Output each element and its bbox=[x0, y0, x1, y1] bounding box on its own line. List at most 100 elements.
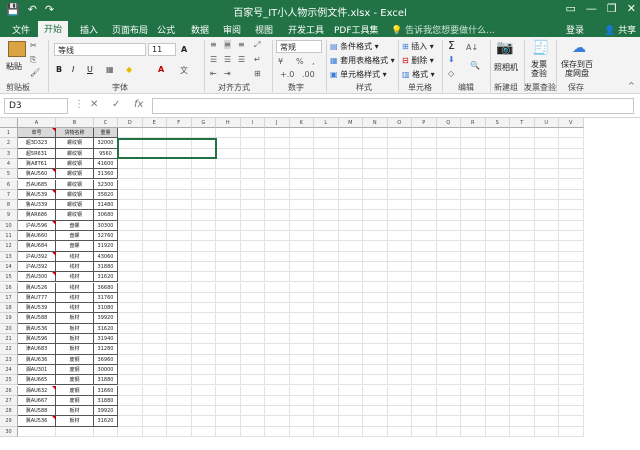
cell[interactable] bbox=[240, 292, 265, 304]
cell[interactable] bbox=[559, 200, 584, 211]
cell[interactable] bbox=[412, 385, 437, 396]
cell[interactable] bbox=[142, 426, 167, 437]
cell[interactable] bbox=[485, 138, 510, 149]
table-cell[interactable]: 36680 bbox=[94, 282, 118, 293]
row-header[interactable]: 23 bbox=[0, 354, 18, 365]
cell[interactable] bbox=[314, 395, 339, 407]
cell[interactable] bbox=[142, 334, 167, 345]
cell[interactable] bbox=[559, 416, 584, 427]
cell[interactable] bbox=[142, 375, 167, 386]
cell[interactable] bbox=[118, 128, 143, 139]
table-cell[interactable]: 沪AU392 bbox=[18, 251, 56, 262]
cell[interactable] bbox=[216, 261, 241, 273]
cell[interactable] bbox=[167, 426, 192, 437]
cell[interactable] bbox=[363, 210, 388, 221]
cell[interactable] bbox=[216, 220, 241, 231]
cell[interactable] bbox=[216, 231, 241, 242]
table-cell[interactable]: 35820 bbox=[94, 189, 118, 201]
tab-file[interactable]: 文件 bbox=[6, 22, 36, 37]
cell[interactable] bbox=[436, 303, 461, 314]
cell[interactable] bbox=[461, 210, 486, 221]
cell[interactable] bbox=[436, 313, 461, 324]
table-cell[interactable]: 31880 bbox=[94, 261, 118, 273]
table-cell[interactable]: 板材 bbox=[56, 334, 94, 345]
cell[interactable] bbox=[314, 148, 339, 159]
cell[interactable] bbox=[461, 272, 486, 283]
cell[interactable] bbox=[216, 138, 241, 149]
column-header-u[interactable]: U bbox=[534, 118, 559, 128]
format-painter-icon[interactable]: 🖌 bbox=[30, 68, 40, 77]
cell[interactable] bbox=[289, 375, 314, 386]
cell[interactable] bbox=[436, 292, 461, 304]
cell[interactable] bbox=[118, 416, 143, 427]
tab-review[interactable]: 审阅 bbox=[217, 22, 247, 37]
cell[interactable] bbox=[216, 303, 241, 314]
cell[interactable] bbox=[338, 251, 363, 262]
cell[interactable] bbox=[118, 426, 143, 437]
row-header[interactable]: 20 bbox=[0, 323, 18, 334]
row-header[interactable]: 29 bbox=[0, 416, 18, 427]
decrease-indent-icon[interactable]: ⇤ bbox=[210, 69, 217, 78]
cell[interactable] bbox=[216, 282, 241, 293]
table-cell[interactable]: 31480 bbox=[94, 200, 118, 211]
table-cell[interactable]: 螺纹钢 bbox=[56, 200, 94, 211]
cell[interactable] bbox=[461, 395, 486, 407]
cell[interactable] bbox=[510, 364, 535, 376]
table-cell[interactable]: 废钢 bbox=[56, 364, 94, 376]
cell[interactable] bbox=[387, 385, 412, 396]
table-cell[interactable]: 41600 bbox=[94, 158, 118, 170]
wrap-text-icon[interactable]: ↵ bbox=[254, 55, 261, 64]
column-header-n[interactable]: N bbox=[363, 118, 388, 128]
cell[interactable] bbox=[338, 241, 363, 252]
cell[interactable] bbox=[485, 231, 510, 242]
column-header-b[interactable]: B bbox=[56, 118, 94, 128]
cell[interactable] bbox=[216, 158, 241, 170]
table-cell[interactable]: 32000 bbox=[94, 138, 118, 149]
cell[interactable] bbox=[191, 313, 216, 324]
cell[interactable] bbox=[559, 406, 584, 417]
border-icon[interactable]: ▦ bbox=[106, 65, 114, 74]
cell[interactable] bbox=[461, 334, 486, 345]
cell[interactable] bbox=[461, 375, 486, 386]
cell[interactable] bbox=[240, 169, 265, 180]
cell[interactable] bbox=[289, 210, 314, 221]
sort-filter-icon[interactable]: A↓ bbox=[466, 43, 478, 52]
underline-button[interactable]: U bbox=[87, 65, 93, 74]
ribbon-display-icon[interactable]: ▭ bbox=[566, 2, 576, 15]
cell[interactable] bbox=[387, 189, 412, 201]
cell[interactable] bbox=[412, 282, 437, 293]
cell[interactable] bbox=[338, 395, 363, 407]
cell[interactable] bbox=[510, 169, 535, 180]
cell[interactable] bbox=[240, 189, 265, 201]
row-header[interactable]: 11 bbox=[0, 231, 18, 242]
tab-data[interactable]: 数据 bbox=[185, 22, 215, 37]
cell[interactable] bbox=[191, 395, 216, 407]
cell[interactable] bbox=[314, 426, 339, 437]
cell[interactable] bbox=[338, 179, 363, 190]
cell[interactable] bbox=[559, 375, 584, 386]
cell[interactable] bbox=[412, 334, 437, 345]
cell[interactable] bbox=[510, 282, 535, 293]
cell[interactable] bbox=[461, 158, 486, 170]
table-cell[interactable]: 冀AU636 bbox=[18, 354, 56, 365]
table-cell[interactable]: 冀AU526 bbox=[18, 282, 56, 293]
row-header[interactable]: 10 bbox=[0, 220, 18, 231]
cell[interactable] bbox=[436, 251, 461, 262]
cell[interactable] bbox=[436, 385, 461, 396]
cell[interactable] bbox=[412, 272, 437, 283]
cell[interactable] bbox=[240, 200, 265, 211]
invoice-icon[interactable]: 🧾 bbox=[532, 40, 549, 56]
align-left-icon[interactable]: ☰ bbox=[210, 55, 217, 64]
cell[interactable] bbox=[412, 231, 437, 242]
table-cell[interactable]: 冀AU665 bbox=[18, 375, 56, 386]
table-cell[interactable]: 31880 bbox=[94, 395, 118, 407]
cell[interactable] bbox=[191, 406, 216, 417]
cell[interactable] bbox=[461, 261, 486, 273]
table-cell[interactable]: 31620 bbox=[94, 416, 118, 427]
table-cell[interactable]: 板材 bbox=[56, 406, 94, 417]
cell[interactable] bbox=[191, 200, 216, 211]
selected-range[interactable] bbox=[117, 138, 217, 159]
cell[interactable] bbox=[338, 426, 363, 437]
select-all-corner[interactable] bbox=[0, 118, 18, 128]
conditional-format-button[interactable]: ▤ 条件格式 ▾ bbox=[330, 41, 379, 52]
